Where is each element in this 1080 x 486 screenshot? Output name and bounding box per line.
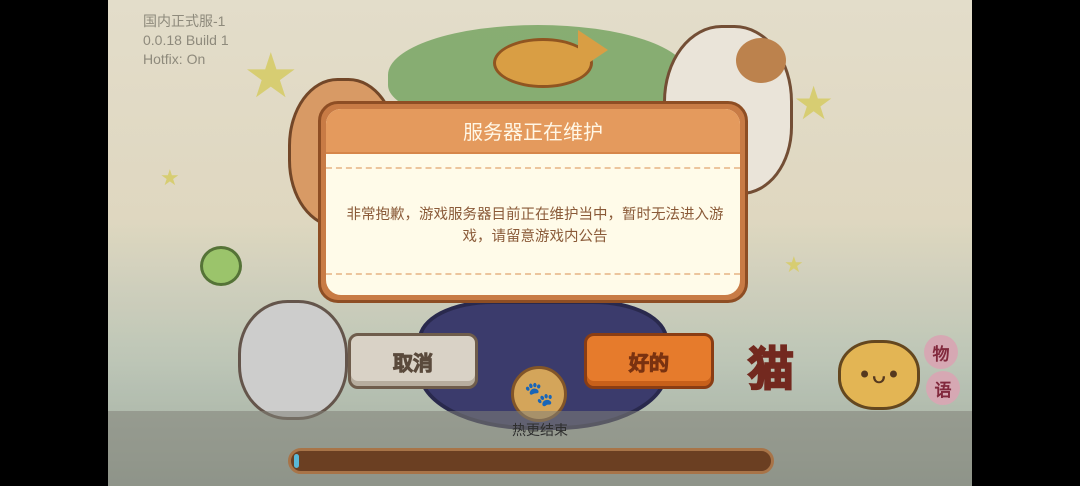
version-info: 国内正式服-1 0.0.18 Build 1 Hotfix: On xyxy=(143,12,229,69)
progress-fill xyxy=(294,454,299,468)
dialog-message: 非常抱歉，游戏服务器目前正在维护当中，暂时无法进入游戏，请留意游戏内公告 xyxy=(346,207,724,245)
dialog-title: 服务器正在维护 xyxy=(326,109,740,154)
ok-button[interactable]: 好的 xyxy=(584,333,714,389)
cancel-button[interactable]: 取消 xyxy=(348,333,478,389)
game-screen: ★ ★ ★ ★ 🐾 猫 •ᴗ• 物 语 国内正式服-1 0.0.18 Build… xyxy=(108,0,972,486)
build-number: 0.0.18 Build 1 xyxy=(143,32,229,48)
progress-label: 热更结束 xyxy=(512,423,568,439)
hotfix-status: Hotfix: On xyxy=(143,51,206,67)
dialog-panel: 服务器正在维护 非常抱歉，游戏服务器目前正在维护当中，暂时无法进入游戏，请留意游… xyxy=(326,109,740,295)
progress-bar xyxy=(288,448,774,474)
divider xyxy=(326,167,740,169)
server-name: 国内正式服-1 xyxy=(143,13,226,29)
maintenance-dialog: 服务器正在维护 非常抱歉，游戏服务器目前正在维护当中，暂时无法进入游戏，请留意游… xyxy=(318,101,748,303)
divider xyxy=(326,273,740,275)
